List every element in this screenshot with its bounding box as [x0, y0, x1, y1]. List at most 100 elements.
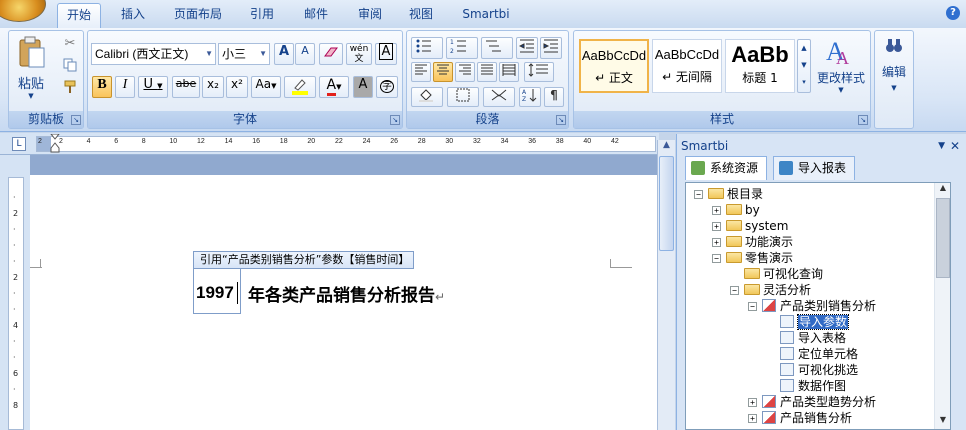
tab-review[interactable]: 审阅 [349, 3, 391, 28]
help-icon[interactable]: ? [946, 6, 960, 20]
tree-node[interactable]: system [726, 218, 788, 234]
style-heading-1[interactable]: AaBb 标题 1 [725, 39, 795, 93]
scroll-up-icon[interactable]: ▲ [936, 183, 950, 197]
dialog-launcher-icon[interactable]: ↘ [390, 115, 400, 125]
shrink-font-button[interactable]: A [295, 43, 315, 65]
borders-button[interactable] [447, 87, 479, 107]
italic-button[interactable]: I [115, 76, 135, 98]
document-page[interactable]: 引用“产品类别销售分析”参数【销售时间】 1997 年各类产品销售分析报告↵ [30, 175, 657, 430]
enclose-char-button[interactable]: 字 [376, 76, 398, 98]
superscript-button[interactable]: x² [226, 76, 248, 98]
format-painter-icon[interactable] [59, 79, 81, 97]
tab-references[interactable]: 引用 [241, 3, 283, 28]
align-left-button[interactable] [411, 62, 431, 82]
tree-node[interactable]: 导入参数 [780, 314, 850, 330]
show-marks-button[interactable]: ¶ [544, 87, 564, 107]
subscript-button[interactable]: x₂ [202, 76, 224, 98]
char-shading-button[interactable]: A [353, 76, 373, 98]
tree-node[interactable]: 定位单元格 [780, 346, 858, 362]
tab-system-resources[interactable]: 系统资源 [685, 156, 768, 180]
expand-icon[interactable]: + [712, 238, 721, 247]
grow-font-button[interactable]: A [274, 43, 294, 65]
tree-node[interactable]: 功能演示 [726, 234, 793, 250]
expand-icon[interactable]: + [712, 206, 721, 215]
align-right-button[interactable] [455, 62, 475, 82]
phonetic-guide-button[interactable]: wén 文 [346, 43, 372, 65]
dialog-launcher-icon[interactable]: ↘ [556, 115, 566, 125]
expand-icon[interactable]: + [712, 222, 721, 231]
multilevel-list-button[interactable] [481, 37, 513, 59]
bullets-button[interactable] [411, 37, 443, 59]
tab-insert[interactable]: 插入 [112, 3, 154, 28]
expand-icon[interactable]: + [748, 414, 757, 423]
collapse-icon[interactable]: − [712, 254, 721, 263]
editing-button[interactable]: 编辑 ▼ [877, 35, 911, 107]
style-normal[interactable]: AaBbCcDd ↵ 正文 [579, 39, 649, 93]
increase-indent-button[interactable] [540, 37, 562, 59]
line-spacing-button[interactable] [524, 62, 554, 82]
tree-node[interactable]: 产品销售分析 [762, 410, 852, 426]
horizontal-ruler[interactable]: 2 2 4 6 8 10 12 14 16 18 20 22 24 26 28 30 32 34 36 38 40 42 [36, 133, 656, 154]
tree-node[interactable]: 零售演示 [726, 250, 793, 266]
document-heading[interactable]: 年各类产品销售分析报告↵ [248, 281, 445, 306]
char-border-button[interactable]: A [375, 43, 397, 65]
font-color-button[interactable]: A▼ [319, 76, 349, 98]
styles-scroll[interactable]: ▲ ▼ ▾ [797, 39, 811, 93]
close-icon[interactable]: ✕ [950, 136, 960, 156]
copy-icon[interactable] [59, 57, 81, 75]
tab-page-layout[interactable]: 页面布局 [166, 3, 230, 28]
change-styles-button[interactable]: AA 更改样式 ▼ [814, 33, 868, 105]
office-button[interactable] [0, 0, 46, 22]
dialog-launcher-icon[interactable]: ↘ [71, 115, 81, 125]
content-control-tag[interactable]: 引用“产品类别销售分析”参数【销售时间】 [193, 251, 415, 269]
collapse-icon[interactable]: − [694, 190, 703, 199]
tree-node[interactable]: 数据作图 [780, 378, 846, 394]
align-center-button[interactable] [433, 62, 453, 82]
distribute-button[interactable] [499, 62, 519, 82]
scroll-down-icon[interactable]: ▼ [936, 415, 950, 429]
scrollbar-thumb[interactable] [936, 198, 950, 278]
indent-marker[interactable] [49, 133, 61, 154]
highlight-button[interactable] [284, 76, 316, 98]
scrollbar-thumb[interactable] [659, 156, 674, 251]
panel-menu-icon[interactable]: ▼ [938, 136, 945, 156]
expand-icon[interactable]: + [748, 398, 757, 407]
strikethrough-button[interactable]: abe [172, 76, 200, 98]
tree-node[interactable]: 导入表格 [780, 330, 846, 346]
decrease-indent-button[interactable] [516, 37, 538, 59]
sort-button[interactable]: AZ [519, 87, 541, 107]
tree-node[interactable]: 可视化挑选 [780, 362, 858, 378]
tree-node[interactable]: 灵活分析 [744, 282, 811, 298]
paste-button[interactable]: 粘贴 ▼ [11, 33, 51, 105]
tab-stop-selector[interactable]: L [12, 137, 26, 151]
justify-button[interactable] [477, 62, 497, 82]
tab-import-report[interactable]: 导入报表 [773, 156, 856, 180]
collapse-icon[interactable]: − [748, 302, 757, 311]
tab-home[interactable]: 开始 [57, 3, 101, 28]
dialog-launcher-icon[interactable]: ↘ [858, 115, 868, 125]
chinese-layout-button[interactable] [483, 87, 515, 107]
bold-button[interactable]: B [92, 76, 112, 98]
underline-button[interactable]: U ▼ [138, 76, 168, 98]
document-vertical-scrollbar[interactable]: ▲ [657, 140, 675, 430]
font-name-select[interactable]: Calibri (西文正文) ▼ [91, 43, 216, 65]
tree-node[interactable]: 根目录 [708, 186, 763, 202]
tree-node[interactable]: by [726, 202, 760, 218]
clear-format-button[interactable] [319, 43, 343, 65]
numbering-button[interactable]: 12 [446, 37, 478, 59]
change-case-button[interactable]: Aa▼ [251, 76, 281, 98]
scroll-up-icon[interactable]: ▲ [659, 140, 674, 154]
vertical-ruler-track[interactable]: · 2 · · · 2 · · 4 · · 6 · 8 [8, 177, 24, 430]
tab-view[interactable]: 视图 [400, 3, 442, 28]
tab-smartbi[interactable]: Smartbi [454, 3, 518, 28]
tree-node[interactable]: 产品类型趋势分析 [762, 394, 876, 410]
tab-mailings[interactable]: 邮件 [295, 3, 337, 28]
style-no-spacing[interactable]: AaBbCcDd ↵ 无间隔 [652, 39, 722, 93]
tree-node[interactable]: 可视化查询 [744, 266, 823, 282]
collapse-icon[interactable]: − [730, 286, 739, 295]
tree-scrollbar[interactable]: ▲ ▼ [934, 183, 950, 429]
tree-node[interactable]: 产品类别销售分析 [762, 298, 876, 314]
font-size-select[interactable]: 小三 ▼ [218, 43, 270, 65]
cut-icon[interactable]: ✂ [59, 35, 81, 53]
content-control-value[interactable]: 1997 [196, 283, 234, 303]
